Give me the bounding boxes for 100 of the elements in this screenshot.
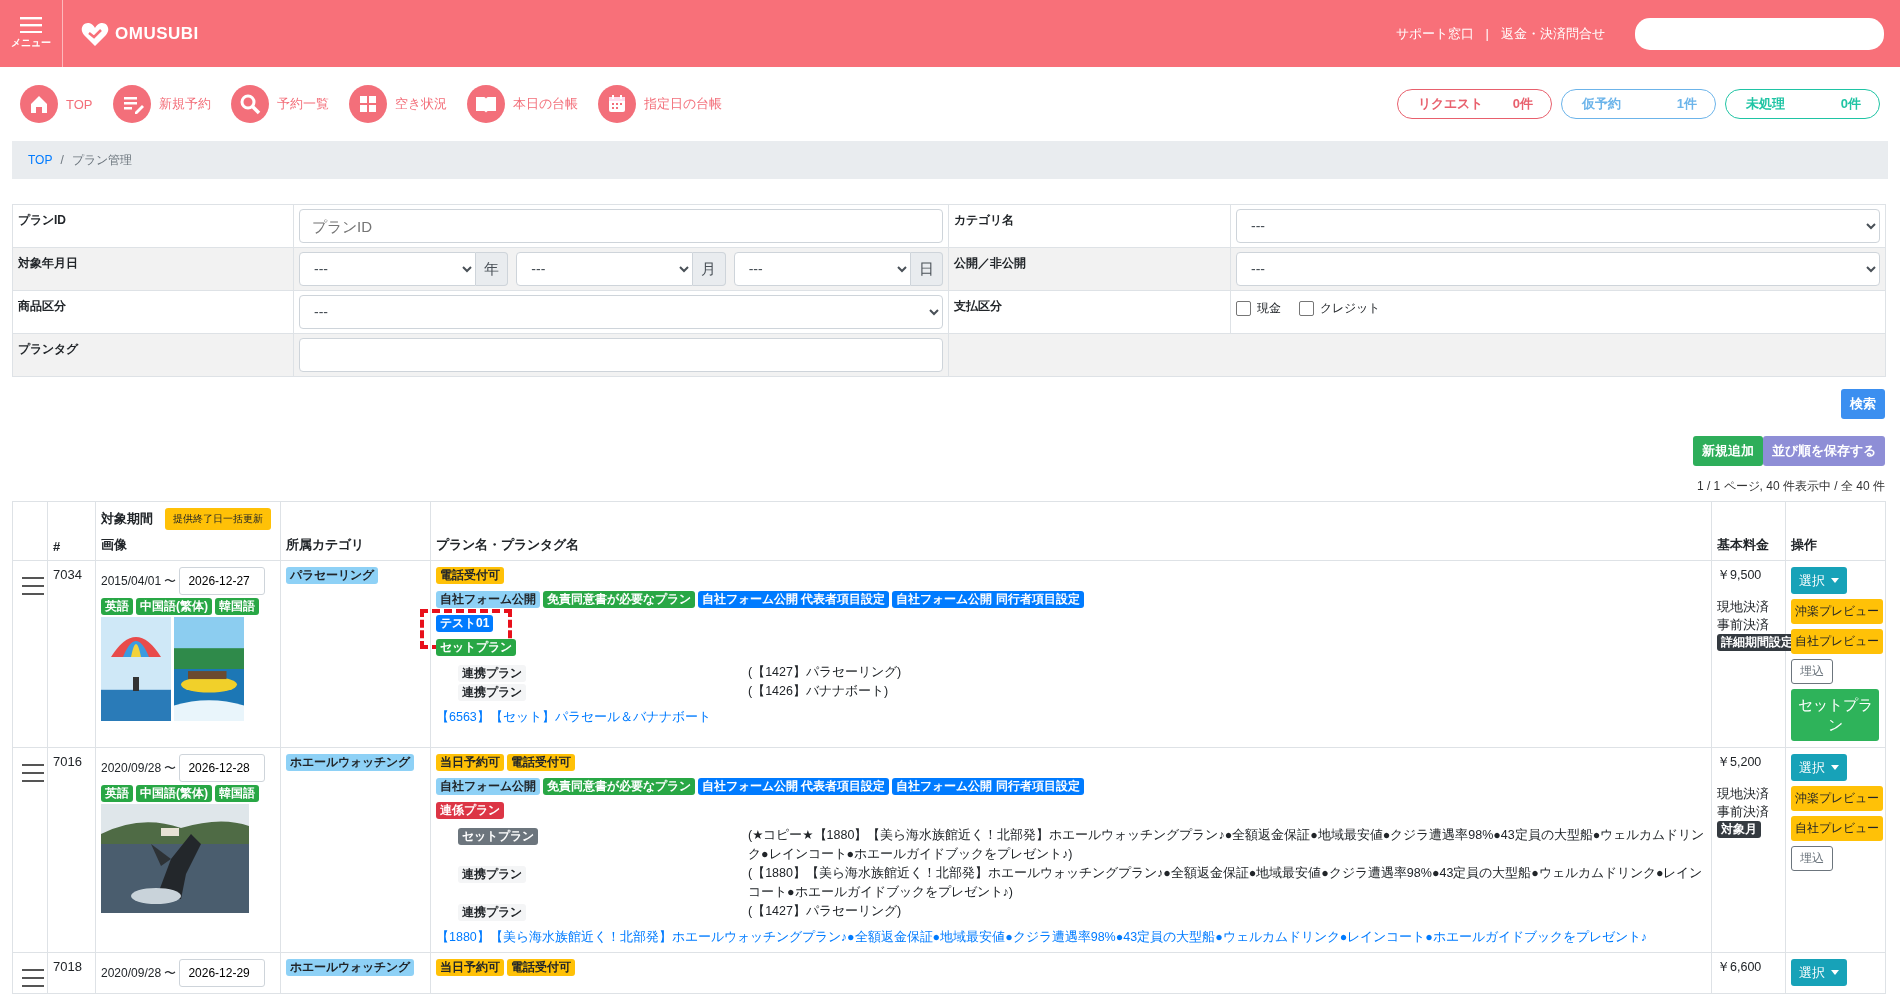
select-field[interactable]: --- (1236, 252, 1880, 286)
tag: 英語 (101, 785, 133, 802)
unit-label: 日 (910, 252, 943, 286)
price-text: ￥6,600 (1717, 959, 1763, 976)
embed-button[interactable]: 埋込 (1791, 846, 1833, 871)
search-field[interactable] (1635, 17, 1884, 50)
toolbar-link[interactable]: 予約一覧 (230, 85, 329, 123)
field-label: 商品区分 (18, 298, 67, 315)
breadcrumb-link[interactable]: TOP (28, 153, 53, 167)
drag-handle-icon[interactable] (22, 577, 44, 595)
preview-button[interactable]: 沖楽プレビュー (1791, 786, 1883, 811)
toolbar-link[interactable]: 新規予約 (112, 85, 211, 123)
tag: 韓国語 (215, 598, 259, 615)
select-dropdown-button[interactable]: 選択 (1791, 959, 1847, 986)
select-dropdown-button[interactable]: 選択 (1791, 567, 1847, 594)
toolbar-link-label: TOP (66, 96, 93, 112)
tag: 電話受付可 (507, 754, 575, 771)
caret-icon (1831, 970, 1839, 975)
menu-button[interactable]: メニュー (0, 0, 63, 67)
payment-method: 現地決済 (1717, 786, 1770, 803)
embed-button[interactable]: 埋込 (1791, 659, 1833, 684)
payment-method: 事前決済 (1717, 617, 1770, 634)
drag-handle-icon[interactable] (22, 764, 44, 782)
linked-plan-text: (【1427】パラセーリング) (748, 664, 903, 681)
field-label: プランタグ (18, 341, 80, 358)
checkbox[interactable] (1299, 301, 1314, 316)
preview-button[interactable]: 自社プレビュー (1791, 816, 1883, 841)
tag: ホエールウォッチング (286, 959, 414, 976)
counter-label: リクエスト (1418, 95, 1483, 113)
plan-link[interactable]: 【1880】【美ら海水族館近く！北部発】ホエールウォッチングプラン♪●全額返金保証●地域最安値●クジラ遭遇率98%●43定員の大型船●ウェルカムドリンク●レインコート●ホエールガイドブックをプレゼント♪ (436, 929, 1648, 946)
payment-method: 現地決済 (1717, 599, 1770, 616)
preview-button[interactable]: 沖楽プレビュー (1791, 599, 1883, 624)
tag: 対象月 (1717, 821, 1761, 838)
logo-text: OMUSUBI (115, 23, 199, 44)
toolbar-link[interactable]: 空き状況 (348, 85, 447, 123)
checkbox[interactable] (1236, 301, 1251, 316)
search-icon (230, 85, 269, 123)
header-link[interactable]: サポート窓口 (1395, 24, 1474, 43)
tag: 自社フォーム公開 同行者項目設定 (892, 778, 1084, 795)
table-cell: 7034 (53, 567, 82, 582)
select-field[interactable]: --- (516, 252, 694, 286)
header-link[interactable]: 返金・決済問合せ (1501, 24, 1605, 43)
tag: 電話受付可 (436, 567, 504, 584)
bulk-update-button[interactable]: 提供終了日一括更新 (165, 508, 271, 530)
tag: 連携プラン (458, 866, 526, 883)
column-header: 所属カテゴリ (286, 537, 364, 552)
toolbar-link[interactable]: 本日の台帳 (466, 85, 578, 123)
column-header: プラン名・プランタグ名 (436, 537, 579, 552)
select-field[interactable]: --- (1236, 209, 1880, 243)
select-dropdown-button[interactable]: 選択 (1791, 754, 1847, 781)
tag: ホエールウォッチング (286, 754, 414, 771)
preview-button[interactable]: 自社プレビュー (1791, 629, 1883, 654)
column-header: 操作 (1791, 537, 1817, 552)
select-field[interactable]: --- (299, 295, 943, 329)
toolbar-link[interactable]: TOP (20, 85, 93, 123)
select-field[interactable]: --- (299, 252, 476, 286)
unit-label: 年 (475, 252, 509, 286)
linked-plan-text: (【1427】パラセーリング) (748, 903, 903, 920)
caret-icon (1831, 765, 1839, 770)
save-order-button[interactable]: 並び順を保存する (1763, 436, 1885, 466)
counter-label: 未処理 (1746, 95, 1785, 113)
tag: 免責同意書が必要なプラン (543, 778, 695, 795)
column-header: 画像 (101, 536, 128, 554)
status-counter[interactable]: 未処理 0件 (1725, 89, 1880, 119)
date-field[interactable]: 2026-12-27 (179, 567, 266, 595)
tag: 自社フォーム公開 代表者項目設定 (698, 591, 890, 608)
set-plan-button[interactable]: セットプラン (1791, 689, 1879, 741)
tag: 中国語(繁体) (136, 785, 212, 802)
drag-handle-icon[interactable] (22, 969, 44, 987)
grid-icon (348, 85, 387, 123)
counter-count: 1件 (1676, 95, 1697, 113)
add-button[interactable]: 新規追加 (1693, 436, 1763, 466)
text-field[interactable] (299, 338, 943, 372)
status-counter[interactable]: リクエスト 0件 (1397, 89, 1552, 119)
plan-link[interactable]: 【6563】【セット】パラセール＆バナナボート (436, 709, 711, 726)
start-date: 2020/09/28 〜 (101, 964, 177, 982)
text-field[interactable]: プランID (299, 209, 943, 243)
date-field[interactable]: 2026-12-28 (179, 754, 266, 782)
column-header: # (53, 539, 61, 554)
tag: テスト01 (436, 615, 494, 632)
search-button[interactable]: 検索 (1841, 389, 1885, 419)
tag: 中国語(繁体) (136, 598, 212, 615)
checkbox-label: 現金 (1257, 300, 1281, 317)
select-field[interactable]: --- (733, 252, 911, 286)
status-counter[interactable]: 仮予約 1件 (1561, 89, 1716, 119)
toolbar-link-label: 指定日の台帳 (643, 95, 722, 113)
book-icon (466, 85, 505, 123)
counter-count: 0件 (1512, 95, 1533, 113)
tag: 英語 (101, 598, 133, 615)
tag: 当日予約可 (436, 959, 504, 976)
caret-icon (1831, 578, 1839, 583)
tag: 連携プラン (458, 684, 526, 701)
toolbar-link-label: 予約一覧 (276, 95, 329, 113)
date-field[interactable]: 2026-12-29 (179, 959, 266, 987)
toolbar-link[interactable]: 指定日の台帳 (597, 85, 722, 123)
start-date: 2015/04/01 〜 (101, 572, 177, 590)
menu-icon (20, 17, 42, 33)
toolbar-link-label: 空き状況 (394, 95, 447, 113)
unit-label: 月 (693, 252, 726, 286)
calendar-icon (597, 85, 636, 123)
